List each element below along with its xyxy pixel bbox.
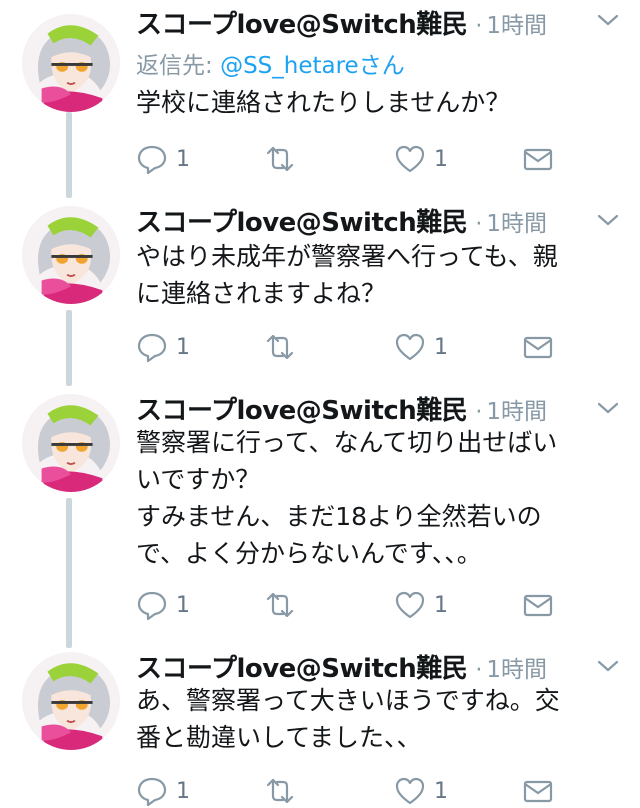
reply-to-label: 返信先: [136, 53, 221, 79]
avatar[interactable] [22, 394, 120, 492]
tweet[interactable]: スコープlove@Switch難民 · 1時間 あ、警察署って大きいほうですね。交 … [0, 646, 640, 807]
chevron-down-icon[interactable] [596, 212, 620, 228]
tweet-text-line: やはり未成年が警察署へ行っても、親 [136, 242, 558, 271]
avatar-image [22, 394, 120, 492]
tweet-text: やはり未成年が警察署へ行っても、親 に連絡されますよね？ [136, 238, 620, 312]
tweet-text-line: すみません、まだ18より全然若いの [136, 502, 542, 531]
avatar-image [22, 14, 120, 112]
tweet-text-line: いですか？ [136, 465, 261, 494]
reply-button[interactable]: 1 [136, 142, 190, 176]
retweet-button[interactable] [264, 588, 296, 622]
display-name[interactable]: スコープlove@Switch難民 [136, 10, 468, 40]
avatar-image [22, 206, 120, 304]
separator-dot: · [475, 658, 483, 683]
tweet-text-line: 番と勘違いしてました、、 [136, 723, 422, 752]
retweet-button[interactable] [264, 142, 296, 176]
separator-dot: · [475, 400, 483, 425]
heart-icon [395, 145, 425, 173]
tweet-text: あ、警察署って大きいほうですね。交 番と勘違いしてました、、 [136, 682, 620, 756]
like-button[interactable]: 1 [394, 142, 448, 176]
avatar[interactable] [22, 652, 120, 750]
reply-to-handle[interactable]: @SS_hetareさん [220, 53, 405, 79]
reply-icon [137, 333, 167, 363]
reply-count: 1 [176, 334, 190, 360]
reply-to-line: 返信先: @SS_hetareさん [136, 46, 405, 80]
heart-icon [395, 777, 425, 805]
like-button[interactable]: 1 [394, 588, 448, 622]
tweet[interactable]: スコープlove@Switch難民 · 1時間 やはり未成年が警察署へ行っても、親 … [0, 200, 640, 388]
envelope-icon [523, 148, 553, 171]
tweet-text-line: あ、警察署って大きいほうですね。交 [136, 686, 560, 715]
envelope-icon [523, 336, 553, 359]
separator-dot: · [475, 212, 483, 237]
retweet-icon [266, 334, 294, 360]
direct-message-button[interactable] [522, 774, 554, 808]
reply-button[interactable]: 1 [136, 774, 190, 808]
retweet-icon [266, 778, 294, 804]
avatar[interactable] [22, 206, 120, 304]
like-count: 1 [434, 592, 448, 618]
timestamp[interactable]: 1時間 [486, 657, 547, 683]
reply-button[interactable]: 1 [136, 330, 190, 364]
direct-message-button[interactable] [522, 330, 554, 364]
reply-count: 1 [176, 592, 190, 618]
reply-button[interactable]: 1 [136, 588, 190, 622]
tweet-actions: 1 1 [136, 588, 566, 622]
retweet-icon [266, 146, 294, 172]
separator-dot: · [475, 14, 483, 39]
display-name[interactable]: スコープlove@Switch難民 [136, 654, 468, 684]
chevron-down-icon[interactable] [596, 400, 620, 416]
like-count: 1 [434, 146, 448, 172]
retweet-button[interactable] [264, 774, 296, 808]
heart-icon [395, 333, 425, 361]
tweet-actions: 1 1 [136, 774, 566, 808]
display-name[interactable]: スコープlove@Switch難民 [136, 396, 468, 426]
timestamp[interactable]: 1時間 [486, 13, 547, 39]
tweet-actions: 1 1 [136, 330, 566, 364]
like-button[interactable]: 1 [394, 330, 448, 364]
envelope-icon [523, 780, 553, 803]
tweet-actions: 1 1 [136, 142, 566, 176]
tweet-text: 学校に連絡されたりしませんか？ [136, 84, 620, 121]
tweet-text-line: 学校に連絡されたりしませんか？ [136, 88, 511, 117]
like-button[interactable]: 1 [394, 774, 448, 808]
tweet-text-line: で、よく分からないんです、、。 [136, 539, 482, 568]
tweet-text-line: に連絡されますよね？ [136, 279, 387, 308]
heart-icon [395, 591, 425, 619]
avatar-image [22, 652, 120, 750]
reply-icon [137, 777, 167, 807]
envelope-icon [523, 594, 553, 617]
tweet[interactable]: スコープlove@Switch難民 · 1時間 返信先: @SS_hetareさん … [0, 0, 640, 200]
like-count: 1 [434, 334, 448, 360]
reply-icon [137, 591, 167, 621]
reply-count: 1 [176, 778, 190, 804]
tweet[interactable]: スコープlove@Switch難民 · 1時間 警察署に行って、なんて切り出せばい … [0, 388, 640, 646]
timestamp[interactable]: 1時間 [486, 211, 547, 237]
tweet-text: 警察署に行って、なんて切り出せばい いですか？ すみません、まだ18より全然若い… [136, 424, 620, 572]
retweet-button[interactable] [264, 330, 296, 364]
chevron-down-icon[interactable] [596, 658, 620, 674]
chevron-down-icon[interactable] [596, 12, 620, 28]
display-name[interactable]: スコープlove@Switch難民 [136, 208, 468, 238]
like-count: 1 [434, 778, 448, 804]
reply-count: 1 [176, 146, 190, 172]
direct-message-button[interactable] [522, 142, 554, 176]
timestamp[interactable]: 1時間 [486, 399, 547, 425]
reply-icon [137, 145, 167, 175]
tweet-text-line: 警察署に行って、なんて切り出せばい [136, 428, 558, 457]
direct-message-button[interactable] [522, 588, 554, 622]
retweet-icon [266, 592, 294, 618]
avatar[interactable] [22, 14, 120, 112]
